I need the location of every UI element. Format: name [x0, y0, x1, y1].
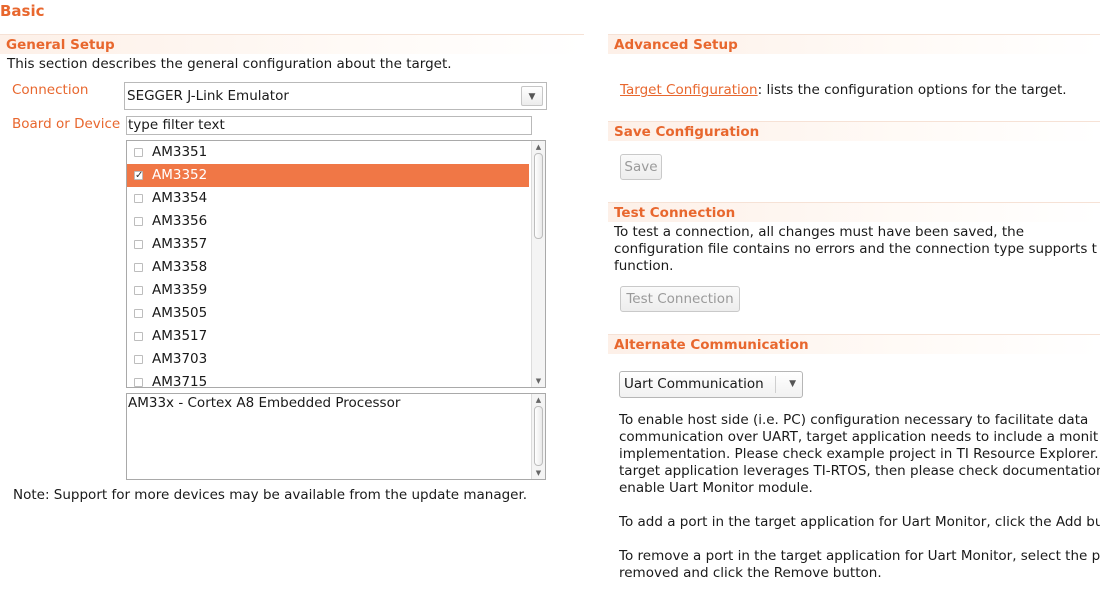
device-list-item[interactable]: AM3505 [127, 302, 529, 325]
uart-paragraph-1-line-2: communication over UART, target applicat… [619, 429, 1099, 445]
scroll-up-icon[interactable]: ▲ [533, 142, 544, 152]
connection-select-value: SEGGER J-Link Emulator [127, 88, 289, 104]
checkbox-icon[interactable] [134, 148, 143, 157]
device-list-item-label: AM3351 [152, 144, 208, 160]
device-list-item-label: AM3354 [152, 190, 208, 206]
test-connection-title: Test Connection [614, 205, 736, 221]
device-list-item[interactable]: ✓ AM3352 [127, 164, 529, 187]
device-list-item[interactable]: AM3358 [127, 256, 529, 279]
checkbox-icon[interactable] [134, 378, 143, 387]
test-connection-line-1: To test a connection, all changes must h… [614, 224, 1024, 240]
test-connection-button[interactable]: Test Connection [620, 286, 740, 312]
scrollbar-thumb[interactable] [534, 153, 543, 239]
device-description-box: AM33x - Cortex A8 Embedded Processor ▲ ▼ [126, 393, 546, 480]
checkbox-icon[interactable] [134, 217, 143, 226]
checkbox-icon[interactable] [134, 240, 143, 249]
alternate-communication-header: Alternate Communication [608, 334, 1100, 354]
device-list-item-label: AM3356 [152, 213, 208, 229]
save-configuration-title: Save Configuration [614, 124, 760, 140]
scrollbar-thumb[interactable] [534, 406, 543, 466]
chevron-down-icon[interactable]: ▼ [789, 372, 796, 397]
uart-paragraph-3-line-2: removed and click the Remove button. [619, 565, 882, 581]
device-list-item-label: AM3703 [152, 351, 208, 367]
test-connection-line-3: function. [614, 258, 674, 274]
device-list-item[interactable]: AM3354 [127, 187, 529, 210]
board-or-device-label: Board or Device [12, 116, 121, 132]
uart-paragraph-1-line-4: target application leverages TI-RTOS, th… [619, 463, 1100, 479]
device-list-item-label: AM3359 [152, 282, 208, 298]
device-list-item-label: AM3517 [152, 328, 208, 344]
target-configuration-link[interactable]: Target Configuration [620, 82, 758, 98]
device-list-item-label: AM3358 [152, 259, 208, 275]
device-filter-input[interactable]: type filter text [126, 116, 532, 135]
uart-paragraph-1-line-3: implementation. Please check example pro… [619, 446, 1099, 462]
chevron-down-icon[interactable]: ▼ [521, 86, 543, 106]
alternate-communication-title: Alternate Communication [614, 337, 809, 353]
checkbox-icon[interactable] [134, 355, 143, 364]
device-description-text: AM33x - Cortex A8 Embedded Processor [128, 395, 401, 411]
checkbox-icon[interactable] [134, 286, 143, 295]
general-setup-description: This section describes the general confi… [7, 56, 452, 72]
advanced-setup-line: Target Configuration: lists the configur… [620, 82, 1067, 99]
device-list-item[interactable]: AM3356 [127, 210, 529, 233]
connection-label: Connection [12, 82, 89, 98]
device-list-item-label: AM3715 [152, 374, 208, 388]
scroll-up-icon[interactable]: ▲ [533, 395, 544, 405]
save-button[interactable]: Save [620, 154, 662, 180]
uart-paragraph-2-line-1: To add a port in the target application … [619, 514, 1100, 530]
device-list-scrollbar[interactable]: ▲ ▼ [531, 141, 545, 387]
uart-paragraph-1-line-5: enable Uart Monitor module. [619, 480, 813, 496]
device-list-item[interactable]: AM3351 [127, 141, 529, 164]
advanced-setup-title: Advanced Setup [614, 37, 738, 53]
checked-checkbox-icon[interactable]: ✓ [134, 171, 143, 181]
device-list-item-label: AM3357 [152, 236, 208, 252]
advanced-setup-header: Advanced Setup [608, 34, 1100, 54]
device-list-item[interactable]: AM3517 [127, 325, 529, 348]
device-list[interactable]: AM3351 ✓ AM3352 AM3354 AM3356 AM3357 AM3358 AM3… [126, 140, 546, 388]
connection-select[interactable]: SEGGER J-Link Emulator ▼ [124, 82, 547, 110]
checkbox-icon[interactable] [134, 332, 143, 341]
scroll-down-icon[interactable]: ▼ [533, 468, 544, 478]
device-list-item-label: AM3352 [152, 167, 208, 183]
page-title: Basic [0, 2, 45, 20]
uart-paragraph-3-line-1: To remove a port in the target applicati… [619, 548, 1100, 564]
checkbox-icon[interactable] [134, 194, 143, 203]
description-scrollbar[interactable]: ▲ ▼ [531, 394, 545, 479]
target-configuration-suffix: : lists the configuration options for th… [757, 82, 1067, 98]
device-list-item-label: AM3505 [152, 305, 208, 321]
uart-paragraph-1-line-1: To enable host side (i.e. PC) configurat… [619, 412, 1089, 428]
scroll-down-icon[interactable]: ▼ [533, 376, 544, 386]
device-list-item[interactable]: AM3715 [127, 371, 529, 388]
communication-select-value: Uart Communication [624, 376, 764, 392]
update-manager-note: Note: Support for more devices may be av… [13, 487, 528, 503]
checkbox-icon[interactable] [134, 309, 143, 318]
device-list-item[interactable]: AM3359 [127, 279, 529, 302]
general-setup-title: General Setup [6, 37, 115, 53]
test-connection-line-2: configuration file contains no errors an… [614, 241, 1097, 257]
device-list-item[interactable]: AM3357 [127, 233, 529, 256]
device-list-item[interactable]: AM3703 [127, 348, 529, 371]
test-connection-header: Test Connection [608, 202, 1100, 222]
save-configuration-header: Save Configuration [608, 121, 1100, 141]
general-setup-header: General Setup [0, 34, 584, 54]
communication-select[interactable]: Uart Communication ▼ [619, 371, 803, 398]
checkbox-icon[interactable] [134, 263, 143, 272]
